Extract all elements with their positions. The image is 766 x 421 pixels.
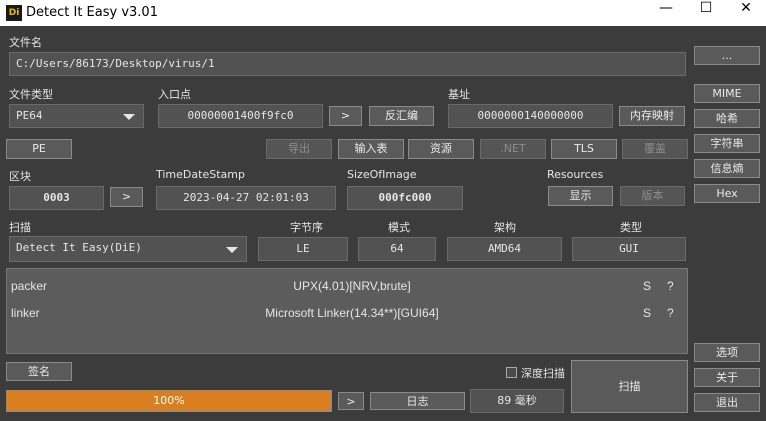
file-name-label: 文件名 <box>9 36 42 49</box>
deep-scan-checkbox[interactable] <box>506 367 517 378</box>
resource-button[interactable]: 资源 <box>408 139 474 159</box>
close-icon[interactable]: ✕ <box>726 0 766 26</box>
deep-scan-label: 深度扫描 <box>521 367 565 380</box>
file-type-select[interactable]: PE64 <box>9 104 144 128</box>
chevron-down-icon <box>226 247 238 253</box>
result-info-link[interactable]: ? <box>667 275 674 297</box>
entry-point-label: 入口点 <box>158 88 191 101</box>
architecture-label: 架构 <box>494 221 516 234</box>
net-button[interactable]: .NET <box>480 139 546 159</box>
scan-progress-bar: 100% <box>6 390 332 412</box>
result-name: UPX(4.01)[NRV,brute] <box>293 279 411 293</box>
tls-button[interactable]: TLS <box>551 139 617 159</box>
sections-label: 区块 <box>9 170 31 183</box>
file-path-field[interactable]: C:/Users/86173/Desktop/virus/1 <box>9 52 686 76</box>
log-button[interactable]: 日志 <box>370 392 465 410</box>
entropy-button[interactable]: 信息熵 <box>694 159 760 178</box>
result-signature-link[interactable]: S <box>643 302 651 324</box>
entry-go-button[interactable]: > <box>329 106 362 126</box>
base-address-label: 基址 <box>448 88 470 101</box>
file-type-value: PE64 <box>16 109 43 122</box>
mime-button[interactable]: MIME <box>694 84 760 103</box>
file-type-label: 文件类型 <box>9 88 53 101</box>
scan-results-panel: packer UPX(4.01)[NRV,brute] S ? linker M… <box>6 268 688 354</box>
memory-map-button[interactable]: 内存映射 <box>619 106 685 126</box>
size-of-image-field[interactable]: 000fc000 <box>347 186 463 210</box>
disassemble-button[interactable]: 反汇编 <box>369 106 434 126</box>
overlay-button[interactable]: 覆盖 <box>622 139 688 159</box>
options-button[interactable]: 选项 <box>694 343 760 362</box>
hex-button[interactable]: Hex <box>694 184 760 203</box>
hash-button[interactable]: 哈希 <box>694 109 760 128</box>
export-button[interactable]: 导出 <box>266 139 332 159</box>
scan-button[interactable]: 扫描 <box>571 360 688 413</box>
endianness-label: 字节序 <box>290 221 323 234</box>
browse-button[interactable]: ... <box>694 46 760 65</box>
resources-version-button[interactable]: 版本 <box>620 186 685 206</box>
size-of-image-label: SizeOfImage <box>347 168 417 181</box>
window-title: Detect It Easy v3.01 <box>26 5 158 20</box>
result-row-linker[interactable]: linker Microsoft Linker(14.34**)[GUI64] … <box>7 302 687 324</box>
mode-label: 模式 <box>388 221 410 234</box>
timestamp-label: TimeDateStamp <box>156 168 245 181</box>
type-field: GUI <box>572 237 686 261</box>
result-signature-link[interactable]: S <box>643 275 651 297</box>
scan-engine-select[interactable]: Detect It Easy(DiE) <box>9 236 247 262</box>
architecture-field: AMD64 <box>447 237 562 261</box>
timestamp-field[interactable]: 2023-04-27 02:01:03 <box>156 186 336 210</box>
result-info-link[interactable]: ? <box>667 302 674 324</box>
scan-engine-value: Detect It Easy(DiE) <box>16 241 142 254</box>
sections-go-button[interactable]: > <box>110 187 143 207</box>
chevron-down-icon <box>123 114 135 120</box>
sections-count-field[interactable]: 0003 <box>9 186 104 210</box>
result-row-packer[interactable]: packer UPX(4.01)[NRV,brute] S ? <box>7 275 687 297</box>
scan-time-field: 89 毫秒 <box>470 389 564 413</box>
entry-point-field[interactable]: 00000001400f9fc0 <box>158 104 323 128</box>
mode-field: 64 <box>358 237 436 261</box>
about-button[interactable]: 关于 <box>694 368 760 387</box>
minimize-icon[interactable]: — <box>646 0 686 26</box>
endianness-field: LE <box>258 237 348 261</box>
pe-button[interactable]: PE <box>6 139 72 159</box>
result-name: Microsoft Linker(14.34**)[GUI64] <box>265 306 439 320</box>
import-button[interactable]: 输入表 <box>338 139 404 159</box>
exit-button[interactable]: 退出 <box>694 393 760 412</box>
resources-show-button[interactable]: 显示 <box>548 186 613 206</box>
resources-label: Resources <box>547 168 604 181</box>
base-address-field[interactable]: 0000000140000000 <box>448 104 613 128</box>
app-logo-icon: Di <box>6 5 22 21</box>
maximize-icon[interactable]: ☐ <box>686 0 726 26</box>
scan-label: 扫描 <box>9 221 31 234</box>
log-go-button[interactable]: > <box>338 392 364 410</box>
type-label: 类型 <box>620 221 642 234</box>
signatures-button[interactable]: 签名 <box>6 362 72 381</box>
strings-button[interactable]: 字符串 <box>694 134 760 153</box>
